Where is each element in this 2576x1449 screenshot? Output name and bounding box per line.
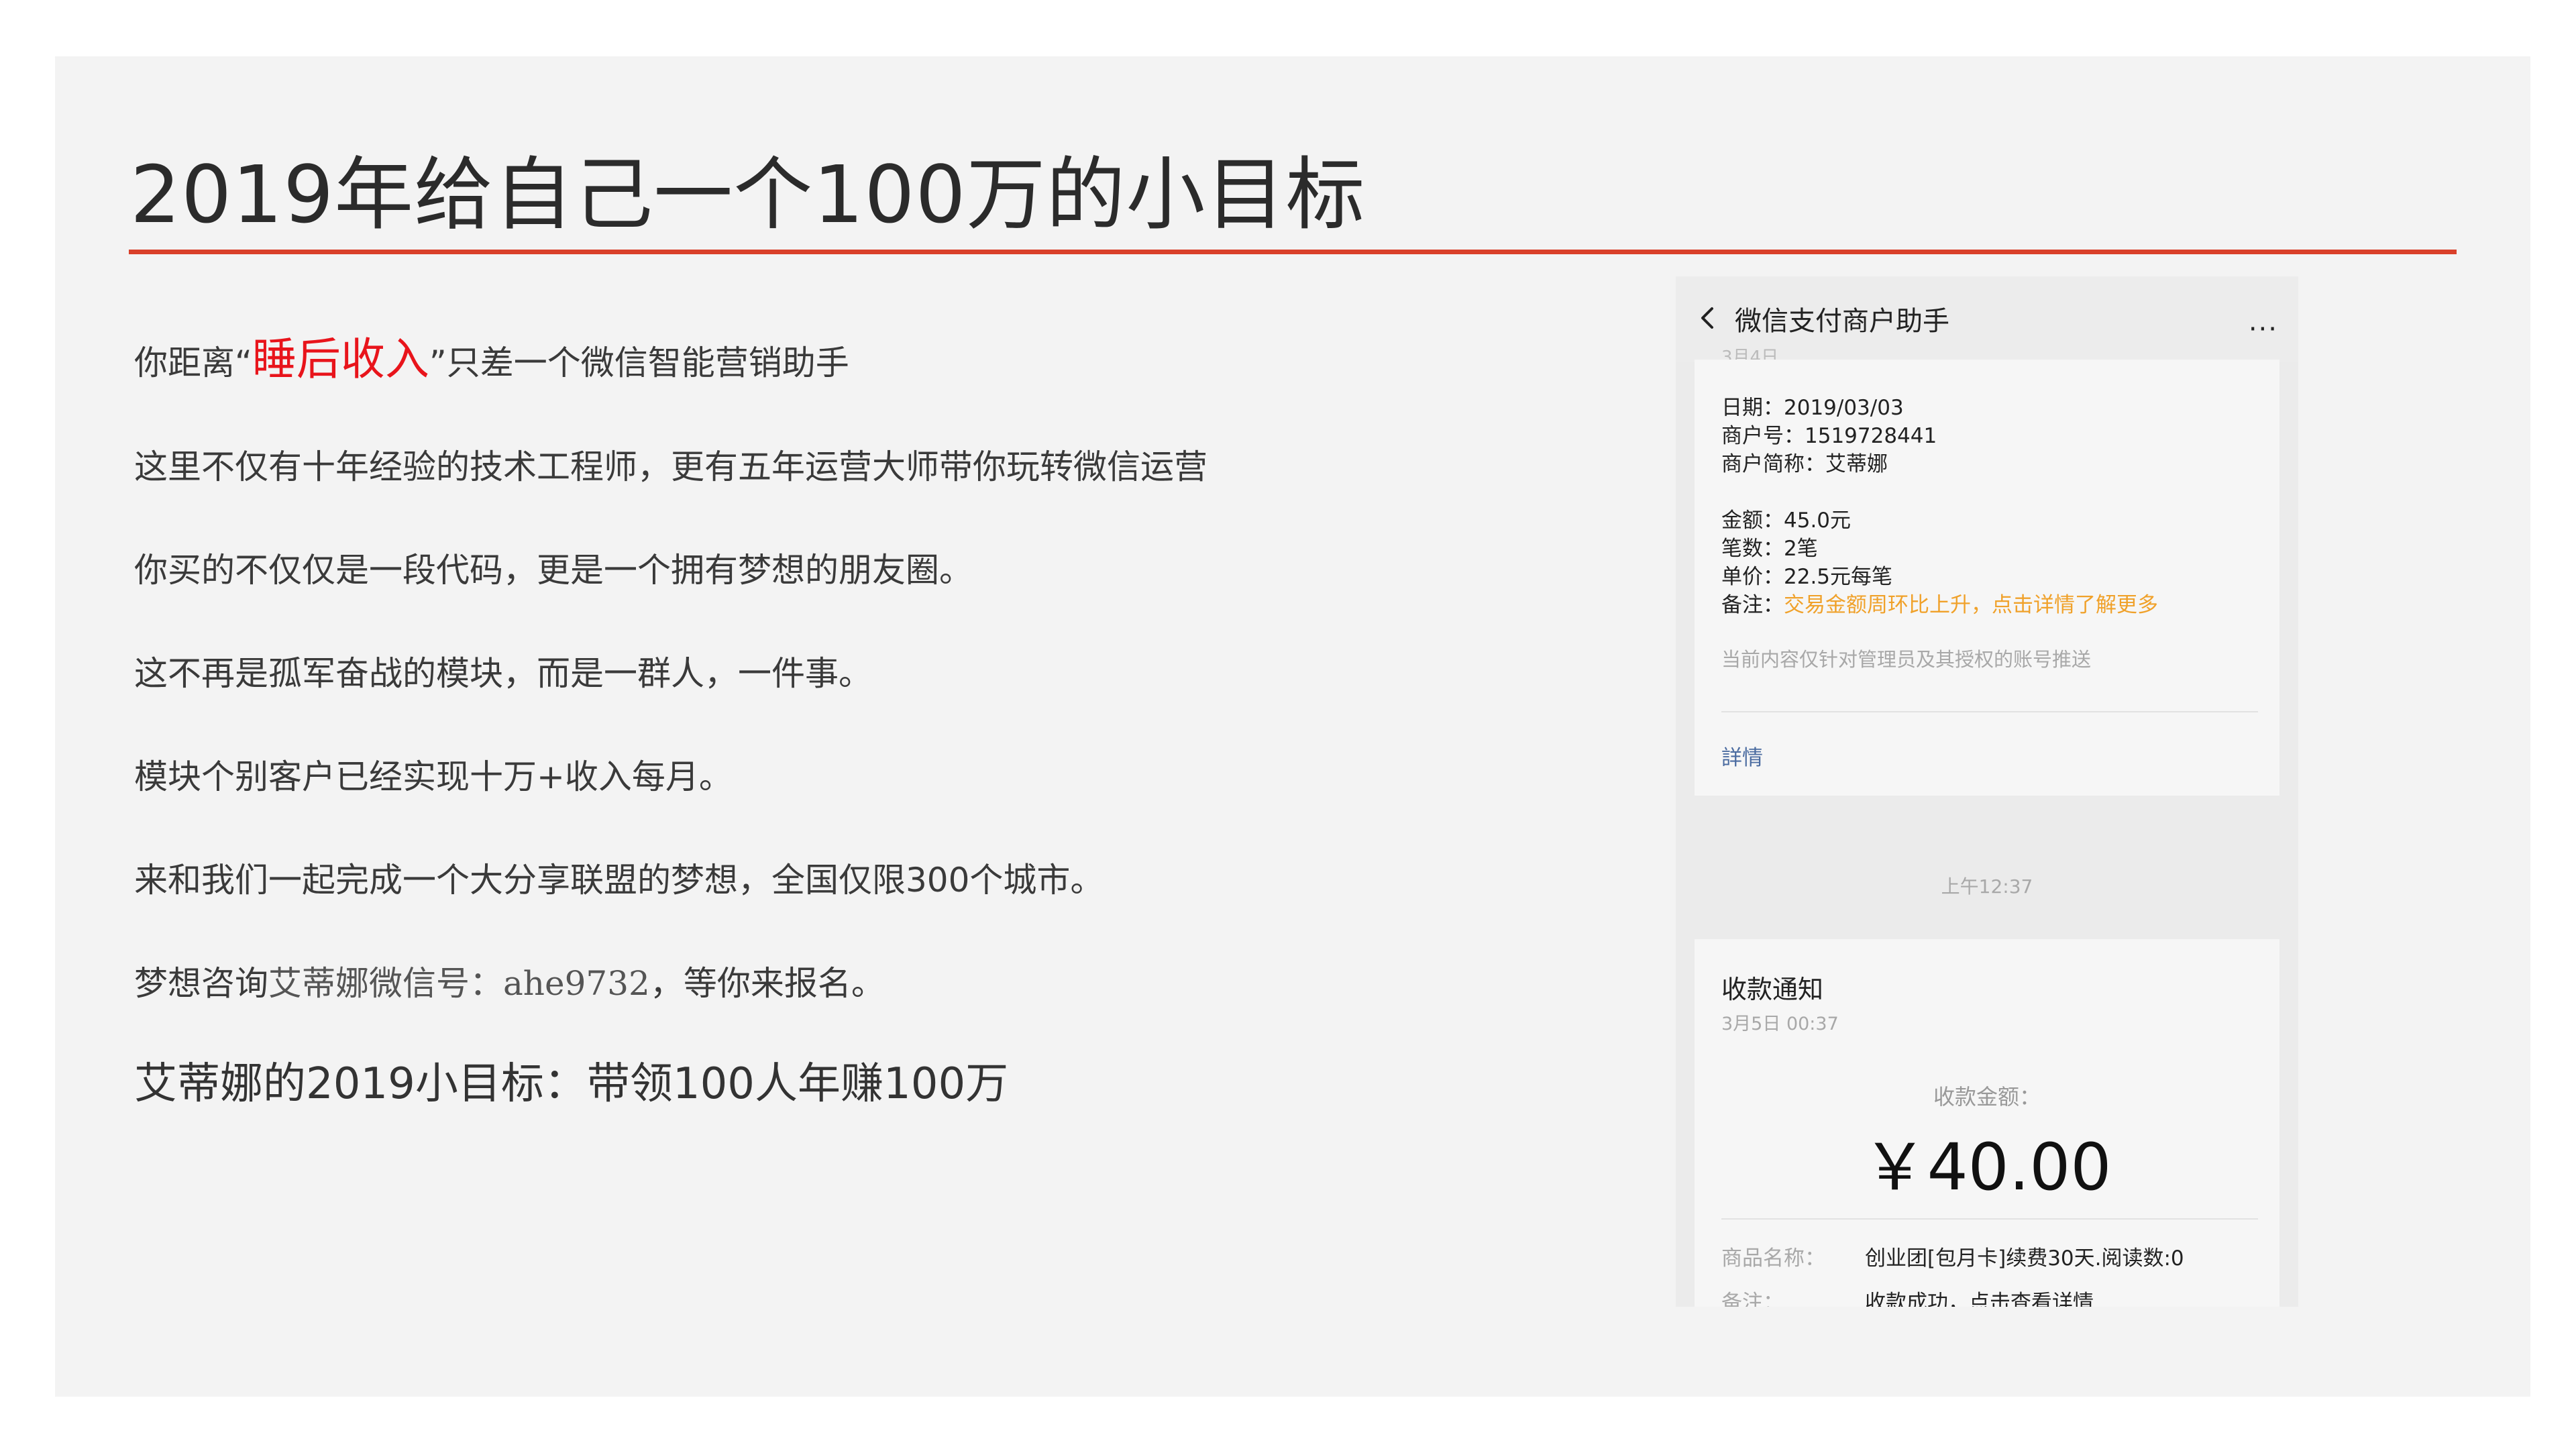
details-link[interactable]: 詳情 (1721, 741, 1763, 771)
notice-note-label: 备注： (1721, 1291, 1784, 1307)
slide-background: 2019年给自己一个100万的小目标 你距离“睡后收入”只差一个微信智能营销助手… (55, 56, 2530, 1397)
payment-notice-card[interactable]: 收款通知 3月5日 00:37 收款金额： ￥40.00 商品名称： 创业团[包… (1695, 939, 2279, 1307)
summary-date: 日期：2019/03/03 (1721, 396, 1904, 420)
highlight-text: 睡后收入 (252, 333, 429, 385)
body-line-7-suffix: ，等你来报名。 (649, 964, 885, 1003)
more-options-icon[interactable]: ··· (2249, 314, 2278, 345)
back-arrow-icon[interactable] (1695, 305, 1721, 331)
notice-note-value: 收款成功，点击查看详情 (1865, 1291, 2094, 1307)
message-timestamp: 上午12:37 (1941, 875, 2033, 898)
body-line-1: 你距离“睡后收入”只差一个微信智能营销助手 (134, 323, 849, 388)
notice-title: 收款通知 (1721, 975, 1824, 1004)
body-line-5: 模块个别客户已经实现十万+收入每月。 (134, 757, 733, 796)
product-name-value: 创业团[包月卡]续费30天.阅读数:0 (1865, 1246, 2184, 1271)
chat-title: 微信支付商户助手 (1735, 306, 1949, 337)
merchant-number: 商户号：1519728441 (1721, 424, 1937, 448)
summary-unit-price: 单价：22.5元每笔 (1721, 565, 1893, 589)
body-line-3: 你买的不仅仅是一段代码，更是一个拥有梦想的朋友圈。 (134, 551, 973, 590)
page-title: 2019年给自己一个100万的小目标 (130, 148, 1366, 241)
amount-label: 收款金额： (1933, 1084, 2041, 1110)
merchant-summary-card[interactable]: 日期：2019/03/03 商户号：1519728441 商户简称：艾蒂娜 金额… (1695, 360, 2279, 796)
summary-note-label: 备注： (1721, 593, 1784, 617)
body-line-2: 这里不仅有十年经验的技术工程师，更有五年运营大师带你玩转微信运营 (134, 447, 1208, 486)
summary-note-value: 交易金额周环比上升，点击详情了解更多 (1784, 593, 2158, 617)
body-line-1-suffix: ”只差一个微信智能营销助手 (429, 343, 849, 382)
summary-amount: 金额：45.0元 (1721, 508, 1851, 533)
body-line-6: 来和我们一起完成一个大分享联盟的梦想，全国仅限300个城市。 (134, 861, 1104, 900)
push-footnote: 当前内容仅针对管理员及其授权的账号推送 (1721, 648, 2092, 671)
amount-value: ￥40.00 (1862, 1130, 2112, 1205)
merchant-short-name: 商户简称：艾蒂娜 (1721, 452, 1888, 476)
summary-count: 笔数：2笔 (1721, 537, 1818, 561)
body-line-7-prefix: 梦想咨询 (134, 964, 268, 1003)
body-line-1-prefix: 你距离“ (134, 343, 252, 382)
phone-screenshot: 微信支付商户助手 ··· 3月4日 日期：2019/03/03 商户号：1519… (1676, 276, 2298, 1307)
card-divider (1721, 1218, 2258, 1220)
goal-statement: 艾蒂娜的2019小目标：带领100人年赚100万 (134, 1059, 1009, 1109)
contact-wechat-id: 艾蒂娜微信号：ahe9732 (268, 964, 650, 1003)
body-line-4: 这不再是孤军奋战的模块，而是一群人，一件事。 (134, 654, 872, 693)
card-divider (1721, 711, 2258, 712)
product-name-label: 商品名称： (1721, 1246, 1825, 1271)
title-divider (129, 250, 2457, 254)
body-line-7: 梦想咨询艾蒂娜微信号：ahe9732，等你来报名。 (134, 957, 885, 1005)
notice-date: 3月5日 00:37 (1721, 1014, 1839, 1034)
summary-note: 备注：交易金额周环比上升，点击详情了解更多 (1721, 588, 2158, 618)
